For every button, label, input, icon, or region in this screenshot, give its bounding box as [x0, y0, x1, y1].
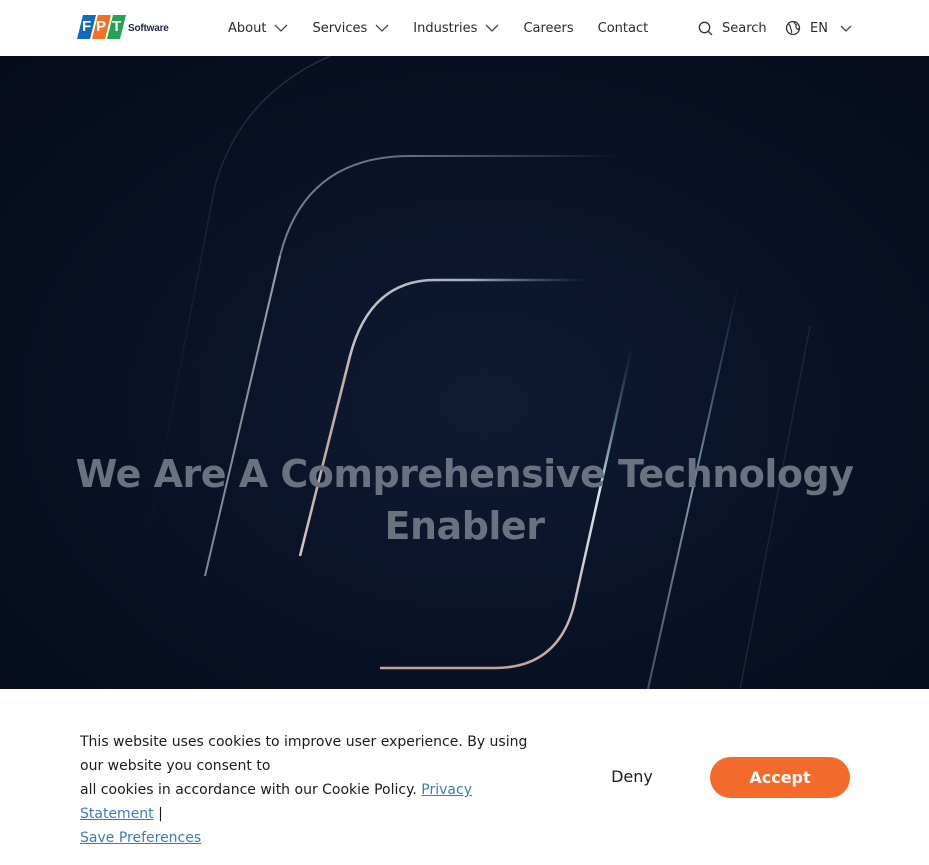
search-icon [698, 21, 713, 35]
language-code: EN [810, 20, 828, 36]
cookie-text-part-1: This website uses cookies to improve use… [80, 734, 528, 774]
nav-item-industries[interactable]: Industries [413, 21, 499, 36]
nav-item-label: Careers [523, 20, 574, 36]
logo-tiles: F P T [77, 15, 126, 39]
nav-item-about[interactable]: About [228, 21, 288, 36]
cookie-message: This website uses cookies to improve use… [80, 730, 550, 850]
deny-button[interactable]: Deny [600, 757, 664, 797]
main-nav: About Services Industries Careers Contac… [228, 0, 672, 56]
cookie-text-part-2: all cookies in accordance with our Cooki… [80, 782, 417, 798]
save-preferences-link[interactable]: Save Preferences [80, 830, 201, 846]
nav-item-services[interactable]: Services [312, 21, 389, 36]
chevron-down-icon [485, 24, 499, 32]
nav-item-label: Services [312, 20, 368, 36]
search-button[interactable]: Search [698, 0, 767, 56]
nav-item-label: Contact [597, 20, 649, 36]
logo-text: Software [128, 22, 169, 34]
nav-item-label: Industries [413, 20, 478, 36]
chevron-down-icon [375, 24, 389, 32]
nav-item-label: About [228, 20, 267, 36]
nav-item-careers[interactable]: Careers [523, 21, 573, 36]
hero-section: We Are A Comprehensive Technology Enable… [0, 56, 929, 689]
cookie-banner: This website uses cookies to improve use… [0, 689, 929, 865]
language-selector[interactable]: EN [785, 0, 852, 56]
chevron-down-icon [840, 25, 852, 32]
chevron-down-icon [274, 24, 288, 32]
globe-icon [785, 20, 801, 36]
fpt-software-logo[interactable]: F P T Software [77, 14, 169, 40]
hero-title-line-1: We Are A Comprehensive Technology [75, 452, 854, 496]
site-header: F P T Software About Services Industries… [0, 0, 929, 56]
hero-decorative-lines [139, 56, 811, 689]
accept-button[interactable]: Accept [710, 757, 850, 798]
hero-title-line-2: Enabler [384, 504, 545, 548]
hero-title: We Are A Comprehensive Technology Enable… [0, 448, 929, 552]
search-label: Search [722, 20, 767, 36]
nav-item-contact[interactable]: Contact [598, 21, 649, 36]
link-separator: | [158, 806, 163, 822]
